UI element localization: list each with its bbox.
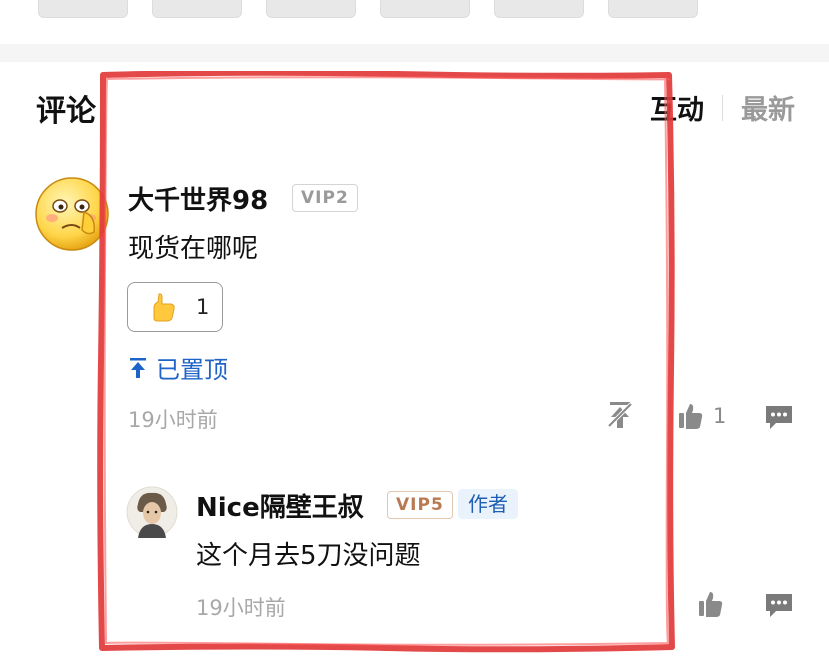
top-tab-chip[interactable] — [494, 0, 584, 18]
reply-bubble-icon[interactable] — [764, 404, 794, 434]
like-count: 1 — [713, 404, 727, 428]
top-tab-bar — [0, 0, 829, 44]
reply-time: 19小时前 — [196, 596, 286, 620]
top-tab-chip[interactable] — [380, 0, 470, 18]
thumbs-up-icon[interactable] — [678, 402, 704, 434]
comments-title: 评论 — [36, 94, 96, 129]
vip-badge: VIP5 — [387, 491, 453, 519]
sort-tabs: 互动 最新 — [650, 88, 795, 127]
avatar[interactable] — [126, 486, 178, 538]
sort-tab-interaction[interactable]: 互动 — [650, 88, 704, 127]
pinned-indicator: 已置顶 — [128, 350, 228, 385]
unpin-icon[interactable] — [606, 400, 634, 434]
pin-top-icon — [130, 357, 146, 378]
top-tab-chip[interactable] — [38, 0, 128, 18]
top-tab-chip[interactable] — [266, 0, 356, 18]
reply-username[interactable]: Nice隔壁王叔 — [196, 487, 364, 524]
vip-badge: VIP2 — [292, 184, 358, 212]
emoji-avatar-icon[interactable] — [34, 176, 110, 252]
sort-tab-latest[interactable]: 最新 — [741, 88, 795, 127]
top-tab-chip[interactable] — [152, 0, 242, 18]
sort-divider — [722, 94, 723, 121]
reaction-count: 1 — [196, 295, 210, 319]
reaction-button[interactable]: 1 — [127, 282, 223, 332]
reply-text: 这个月去5刀没问题 — [196, 541, 421, 571]
comment-username[interactable]: 大千世界98 — [128, 180, 268, 217]
thumbs-up-emoji-icon — [150, 292, 176, 322]
comment-time: 19小时前 — [128, 408, 218, 432]
top-tab-chip[interactable] — [608, 0, 698, 18]
comment-text: 现货在哪呢 — [128, 234, 259, 264]
section-separator — [0, 44, 829, 62]
author-badge: 作者 — [458, 489, 518, 519]
reply-bubble-icon[interactable] — [764, 592, 794, 622]
thumbs-up-icon[interactable] — [698, 590, 724, 622]
pinned-label: 已置顶 — [156, 356, 228, 384]
